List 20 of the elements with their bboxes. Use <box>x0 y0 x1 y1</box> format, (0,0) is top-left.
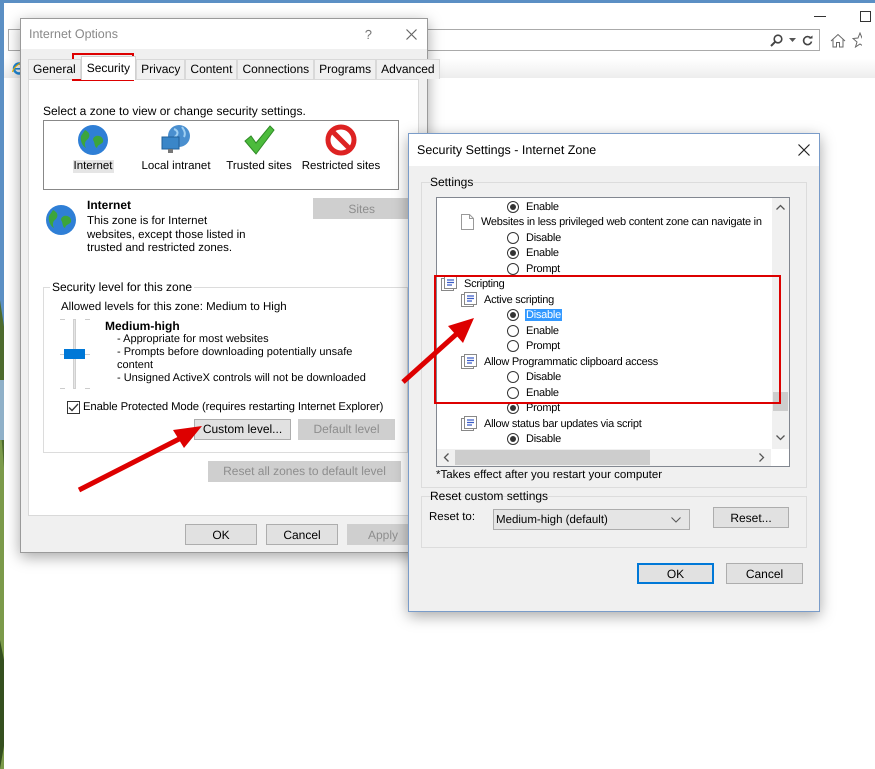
allowed-levels-text: Allowed levels for this zone: Medium to High <box>61 300 288 312</box>
level-description: - Appropriate for most websites <box>117 332 270 346</box>
restart-note: *Takes effect after you restart your computer <box>436 469 664 481</box>
group-legend: Reset custom settings <box>428 489 550 503</box>
window-title: Security Settings - Internet Zone <box>417 143 598 157</box>
reset-to-label: Reset to: <box>429 510 476 523</box>
zone-prompt: Select a zone to view or change security settings. <box>43 104 307 118</box>
setting-label: Active scripting <box>483 294 555 306</box>
zone-title: Internet <box>87 198 132 212</box>
window-title: Internet Options <box>29 27 119 41</box>
setting-label: Websites in less privileged web content zone can navigate in <box>480 216 763 228</box>
setting-label: Allow Programmatic clipboard access <box>483 356 660 368</box>
level-description: - Prompts before downloading potentially unsafe content <box>117 346 354 372</box>
setting-label: Scripting <box>463 278 506 290</box>
setting-label: Allow status bar updates via script <box>483 418 643 430</box>
group-legend: Settings <box>428 175 476 189</box>
zone-description: This zone is for Internet websites, except those listed in trusted and restricted zones. <box>87 215 247 256</box>
level-name: Medium-high <box>105 318 181 332</box>
group-legend: Security level for this zone <box>50 280 194 294</box>
level-description: - Unsigned ActiveX controls will not be downloaded <box>117 372 367 384</box>
